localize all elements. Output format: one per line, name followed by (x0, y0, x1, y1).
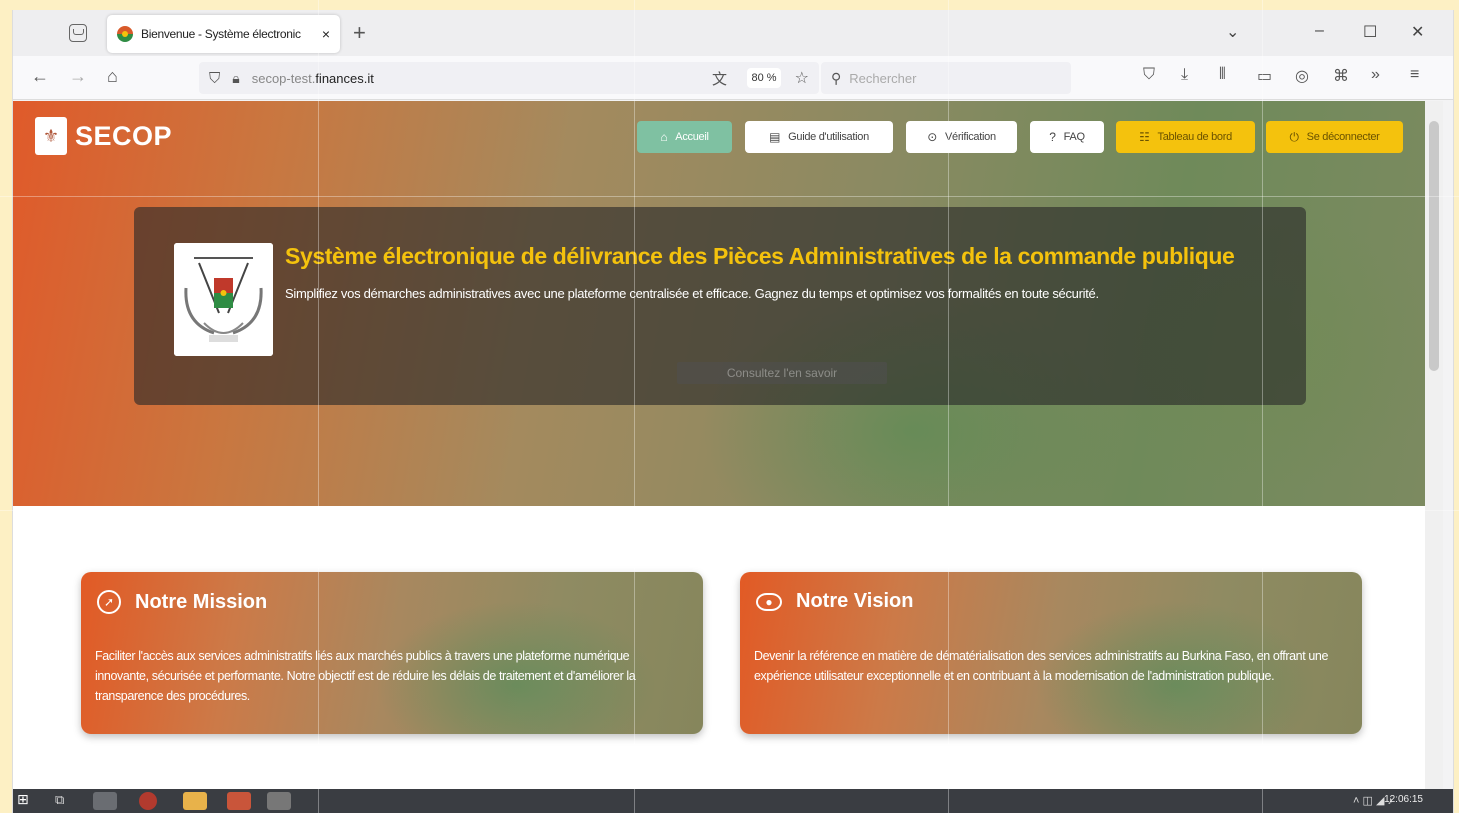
minimize-icon[interactable]: – (1315, 22, 1324, 40)
hero-subtitle: Simplifiez vos démarches administratives… (285, 286, 1099, 301)
library-icon[interactable]: ⫴ (1219, 66, 1226, 84)
nav-accueil-button[interactable]: ⌂ Accueil (637, 121, 732, 153)
eye-icon: ● (756, 592, 782, 611)
folder-taskbar-icon[interactable] (183, 792, 207, 810)
windows-start-icon[interactable]: ⊞ (17, 791, 37, 809)
vision-card: ● Notre Vision Devenir la référence en m… (740, 572, 1362, 734)
url-bar[interactable]: ⛉ 🔒︎ secop-test. finances.it 文 80 % ☆ (199, 62, 819, 94)
site-favicon-icon (117, 26, 133, 42)
nav-label: Vérification (944, 131, 996, 143)
book-icon: ▤ (769, 130, 781, 144)
lock-icon[interactable]: 🔒︎ (232, 70, 239, 87)
nav-label: Guide d'utilisation (788, 131, 869, 143)
sidebar-icon[interactable]: ▭ (1257, 66, 1272, 86)
search-icon: ⚲ (831, 69, 842, 86)
extensions-icon[interactable]: ⌘ (1333, 66, 1349, 86)
nav-label: Tableau de bord (1157, 131, 1233, 143)
nav-dashboard-button[interactable]: ☷ Tableau de bord (1116, 121, 1255, 153)
page-content: ⚜ SECOP ⌂ Accueil ▤ Guide d'utilisation … (13, 101, 1425, 789)
grid-overlay-line (948, 0, 949, 813)
new-tab-button[interactable]: + (353, 20, 366, 46)
nav-faq-button[interactable]: ? FAQ (1030, 121, 1104, 153)
account-icon[interactable]: ◎ (1295, 66, 1309, 86)
app-taskbar-icon[interactable] (227, 792, 251, 810)
nav-label: Se déconnecter (1306, 131, 1380, 143)
back-arrow-icon[interactable]: ← (31, 66, 49, 87)
mission-text: Faciliter l'accès aux services administr… (95, 649, 636, 703)
hero-cta-button[interactable]: Consultez l'en savoir (677, 362, 887, 384)
translate-icon[interactable]: 文 (712, 68, 727, 89)
compass-icon: ➚ (97, 590, 121, 614)
maximize-icon[interactable]: ☐ (1363, 22, 1377, 42)
task-view-icon[interactable]: ⧉ (55, 792, 75, 810)
firefox-taskbar-icon[interactable] (93, 792, 117, 810)
nav-verification-button[interactable]: ⊙ Vérification (906, 121, 1017, 153)
dashboard-icon: ☷ (1139, 130, 1150, 144)
hero-title: Système électronique de délivrance des P… (285, 243, 1235, 269)
tab-bar: Bienvenue - Système électronic × + ⌄ – ☐… (13, 10, 1453, 56)
vision-title: Notre Vision (796, 590, 914, 612)
nav-logout-button[interactable]: ⏻ Se déconnecter (1266, 121, 1403, 153)
os-taskbar: ⊞ ⧉ ˄ ◫ ◢ ♪ 12:06:15 (13, 789, 1453, 813)
forward-arrow-icon[interactable]: → (69, 66, 87, 87)
question-icon: ? (1049, 130, 1056, 144)
close-tab-icon[interactable]: × (322, 26, 330, 42)
grid-overlay-line (1262, 0, 1263, 813)
home-icon: ⌂ (660, 130, 668, 144)
nav-bar: ← → ⌂ ⛉ 🔒︎ secop-test. finances.it 文 80 %… (13, 56, 1453, 100)
home-icon[interactable]: ⌂ (107, 66, 118, 87)
tab-list-icon[interactable] (69, 24, 87, 42)
grid-overlay-line (318, 0, 319, 813)
pocket-icon[interactable]: ⛉ (1143, 66, 1155, 84)
nav-label: Accueil (675, 131, 709, 143)
shield-icon[interactable]: ⛉ (209, 70, 220, 87)
grid-overlay-line (0, 196, 1459, 197)
app2-taskbar-icon[interactable] (267, 792, 291, 810)
menu-icon[interactable]: ≡ (1410, 66, 1419, 84)
browser-window: Bienvenue - Système électronic × + ⌄ – ☐… (12, 10, 1454, 813)
coat-of-arms-icon (174, 243, 273, 356)
star-icon[interactable]: ☆ (795, 68, 809, 88)
hero-banner: Système électronique de délivrance des P… (134, 207, 1306, 405)
site-nav: ⌂ Accueil ▤ Guide d'utilisation ⊙ Vérifi… (625, 121, 1425, 153)
chevron-down-icon[interactable]: ⌄ (1226, 22, 1239, 42)
logo-text: SECOP (75, 120, 173, 151)
tab-title: Bienvenue - Système électronic (141, 27, 301, 41)
vision-text: Devenir la référence en matière de démat… (754, 649, 1329, 683)
browser-tab[interactable]: Bienvenue - Système électronic × (107, 15, 340, 53)
site-logo[interactable]: ⚜ SECOP (35, 117, 172, 155)
power-icon: ⏻ (1289, 129, 1299, 144)
check-icon: ⊙ (927, 130, 937, 144)
download-icon[interactable]: ⤓ (1181, 66, 1188, 84)
url-prefix: secop-test. (251, 70, 316, 86)
nav-label: FAQ (1063, 131, 1085, 143)
page-scrollbar[interactable] (1425, 101, 1443, 789)
zoom-level[interactable]: 80 % (747, 68, 781, 88)
opera-taskbar-icon[interactable] (139, 792, 157, 810)
nav-guide-button[interactable]: ▤ Guide d'utilisation (745, 121, 893, 153)
close-window-icon[interactable]: ✕ (1411, 22, 1424, 42)
overflow-icon[interactable]: » (1371, 66, 1380, 84)
search-input[interactable]: ⚲ Rechercher (821, 62, 1071, 94)
grid-overlay-line (0, 510, 1459, 511)
scroll-thumb[interactable] (1429, 121, 1439, 371)
logo-emblem-icon: ⚜ (35, 117, 67, 155)
taskbar-clock: 12:06:15 (1384, 794, 1423, 805)
mission-card: ➚ Notre Mission Faciliter l'accès aux se… (81, 572, 703, 734)
url-host: finances.it (315, 70, 374, 86)
hero-section: ⚜ SECOP ⌂ Accueil ▤ Guide d'utilisation … (13, 101, 1425, 506)
mission-title: Notre Mission (135, 590, 268, 613)
search-placeholder: Rechercher (849, 70, 917, 86)
grid-overlay-line (634, 0, 635, 813)
